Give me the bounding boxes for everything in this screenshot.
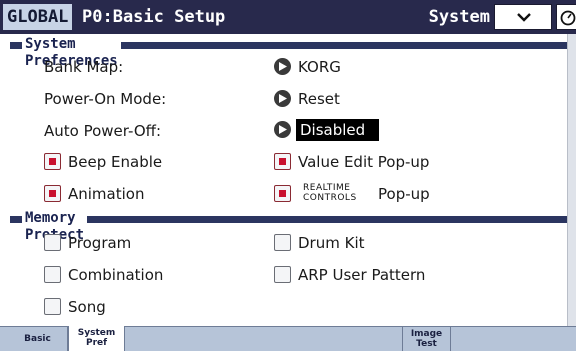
controls-text: CONTROLS: [303, 193, 357, 203]
value-edit-popup-checkbox[interactable]: [274, 153, 291, 170]
tab-system-pref-line2: Pref: [85, 338, 108, 348]
right-edge: [567, 34, 576, 326]
arrow-right-icon[interactable]: [274, 58, 291, 75]
tab-image-test[interactable]: Image Test: [403, 327, 451, 351]
bank-map-selector[interactable]: KORG: [274, 56, 394, 78]
bank-map-label: Bank Map:: [44, 58, 124, 76]
tab-system-pref[interactable]: System Pref: [68, 326, 125, 351]
title-bar: GLOBAL P0:Basic Setup System Preferences: [0, 0, 576, 53]
combination-checkbox[interactable]: [44, 266, 61, 283]
song-checkbox[interactable]: [44, 298, 61, 315]
realtime-controls-popup-label: Pop-up: [378, 185, 430, 203]
auto-power-off-label: Auto Power-Off:: [44, 122, 162, 140]
power-on-mode-value[interactable]: Reset: [298, 88, 340, 110]
auto-power-off-value[interactable]: Disabled: [296, 119, 379, 141]
section-divider: [10, 216, 567, 223]
value-edit-popup-label: Value Edit Pop-up: [298, 153, 430, 171]
combination-label: Combination: [68, 266, 164, 284]
power-on-mode-label: Power-On Mode:: [44, 90, 167, 108]
chevron-down-icon: [517, 13, 531, 22]
beep-enable-label: Beep Enable: [68, 153, 163, 171]
bank-map-value[interactable]: KORG: [298, 56, 341, 78]
arp-user-pattern-checkbox[interactable]: [274, 266, 291, 283]
realtime-controls-popup-checkbox[interactable]: [274, 185, 291, 202]
drum-kit-label: Drum Kit: [298, 234, 365, 252]
page-menu-title: System Preferences: [377, 7, 490, 53]
power-on-mode-selector[interactable]: Reset: [274, 88, 394, 110]
mode-label: GLOBAL: [3, 4, 73, 30]
page-menu-button[interactable]: [494, 4, 552, 30]
arp-user-pattern-label: ARP User Pattern: [298, 266, 426, 284]
tab-image-test-line1: Image: [410, 329, 443, 339]
realtime-controls-label: REALTIME CONTROLS: [303, 183, 357, 203]
realtime-text: REALTIME: [303, 183, 351, 193]
arrow-right-icon[interactable]: [274, 90, 291, 107]
tab-basic-label: Basic: [24, 334, 51, 344]
section-title: System Preferences: [22, 36, 121, 69]
tab-system-pref-line1: System: [77, 328, 116, 338]
section-title: Memory Protect: [22, 210, 87, 243]
tab-image-test-line2: Test: [416, 339, 437, 349]
animation-label: Animation: [68, 185, 145, 203]
arrow-right-icon[interactable]: [274, 121, 291, 138]
drum-kit-checkbox[interactable]: [274, 234, 291, 251]
tab-basic[interactable]: Basic: [8, 327, 68, 351]
song-label: Song: [68, 298, 106, 316]
clock-icon: [560, 10, 576, 26]
program-checkbox[interactable]: [44, 234, 61, 251]
auto-power-off-selector[interactable]: Disabled: [274, 119, 384, 141]
beep-enable-checkbox[interactable]: [44, 153, 61, 170]
animation-checkbox[interactable]: [44, 185, 61, 202]
page-title: P0:Basic Setup: [82, 7, 226, 27]
clock-button[interactable]: [556, 4, 576, 30]
page-tabs: Basic System Pref Image Test: [0, 326, 576, 351]
tab-empty: [125, 327, 403, 351]
program-label: Program: [68, 234, 132, 252]
